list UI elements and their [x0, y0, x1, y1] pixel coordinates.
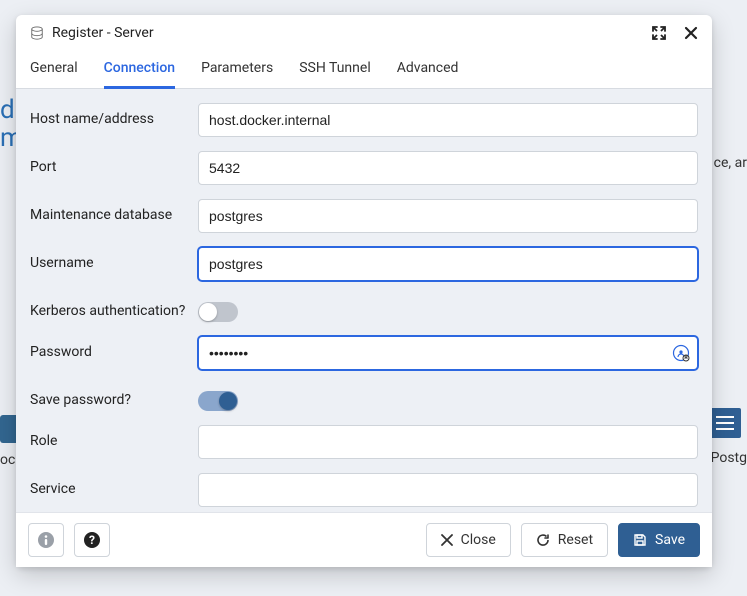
tab-advanced[interactable]: Advanced — [397, 50, 459, 89]
tab-connection[interactable]: Connection — [104, 50, 175, 89]
close-button-label: Close — [461, 532, 496, 548]
hamburger-icon[interactable] — [709, 408, 741, 438]
label-role: Role — [30, 425, 198, 451]
port-input[interactable] — [198, 151, 698, 185]
label-port: Port — [30, 151, 198, 177]
label-maintenance-db: Maintenance database — [30, 199, 198, 225]
dialog-footer: ? Close Reset Save — [16, 512, 712, 567]
save-password-toggle[interactable] — [198, 391, 238, 411]
label-password: Password — [30, 336, 198, 362]
reset-button-label: Reset — [558, 532, 593, 548]
help-icon: ? — [83, 531, 101, 549]
reset-icon — [536, 533, 550, 547]
save-button[interactable]: Save — [618, 523, 700, 557]
server-icon — [30, 26, 44, 40]
close-button[interactable]: Close — [426, 523, 511, 557]
connection-form: Host name/address Port Maintenance datab… — [16, 89, 712, 512]
save-icon — [633, 533, 647, 547]
username-input[interactable] — [198, 247, 698, 281]
role-input[interactable] — [198, 425, 698, 459]
label-save-password: Save password? — [30, 384, 198, 410]
register-server-dialog: Register - Server General Connection Par… — [16, 15, 712, 567]
password-input[interactable] — [198, 336, 698, 370]
help-button[interactable]: ? — [74, 523, 110, 557]
maintenance-db-input[interactable] — [198, 199, 698, 233]
tab-parameters[interactable]: Parameters — [201, 50, 273, 89]
password-visibility-icon[interactable] — [672, 344, 690, 362]
kerberos-toggle[interactable] — [198, 302, 238, 322]
save-button-label: Save — [655, 532, 685, 548]
label-host: Host name/address — [30, 103, 198, 129]
dialog-tabs: General Connection Parameters SSH Tunnel… — [16, 50, 712, 89]
tab-ssh-tunnel[interactable]: SSH Tunnel — [299, 50, 371, 89]
bg-text-fragment: oc — [0, 452, 15, 468]
expand-icon[interactable] — [652, 26, 666, 40]
info-icon — [37, 531, 55, 549]
svg-text:?: ? — [89, 533, 95, 547]
bg-heading-fragment: d — [0, 95, 15, 125]
close-icon[interactable] — [684, 26, 698, 40]
host-input[interactable] — [198, 103, 698, 137]
service-input[interactable] — [198, 473, 698, 507]
label-username: Username — [30, 247, 198, 273]
reset-button[interactable]: Reset — [521, 523, 608, 557]
dialog-title: Register - Server — [52, 25, 154, 41]
label-service: Service — [30, 473, 198, 499]
x-icon — [441, 534, 453, 546]
info-button[interactable] — [28, 523, 64, 557]
dialog-titlebar: Register - Server — [16, 15, 712, 50]
bg-text-fragment: Postg — [711, 450, 747, 466]
label-kerberos: Kerberos authentication? — [30, 295, 198, 321]
bg-text-fragment: ce, ar — [714, 155, 747, 171]
tab-general[interactable]: General — [30, 50, 78, 89]
